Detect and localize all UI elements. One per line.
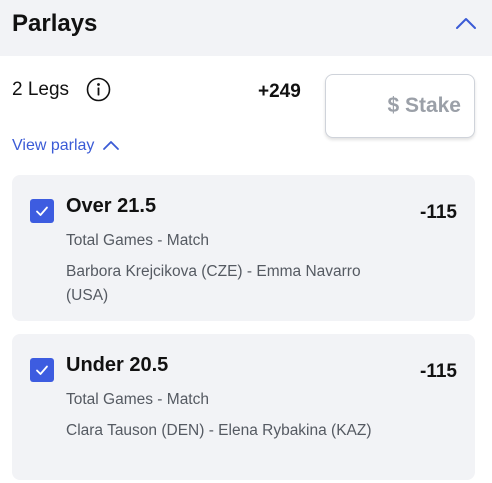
check-icon	[36, 206, 48, 216]
leg-market: Total Games - Match	[66, 391, 209, 408]
stake-field[interactable]	[325, 74, 475, 138]
parlay-total-odds: +249	[258, 81, 301, 102]
leg-odds: -115	[420, 202, 457, 223]
info-button[interactable]	[86, 77, 111, 102]
chevron-up-icon	[103, 141, 120, 150]
leg-selection: Over 21.5	[66, 195, 157, 217]
collapse-button[interactable]	[452, 10, 480, 38]
leg-checkbox[interactable]	[30, 199, 54, 223]
leg-market: Total Games - Match	[66, 232, 209, 249]
check-icon	[36, 365, 48, 375]
stake-input[interactable]	[341, 94, 461, 118]
chevron-up-icon	[456, 18, 476, 29]
view-parlay-toggle[interactable]: View parlay	[12, 137, 120, 155]
parlay-leg-card: Under 20.5 -115 Total Games - Match Clar…	[12, 334, 475, 480]
parlays-header: Parlays	[0, 0, 492, 56]
leg-selection: Under 20.5	[66, 354, 169, 376]
leg-checkbox[interactable]	[30, 358, 54, 382]
view-parlay-label: View parlay	[12, 137, 95, 154]
leg-match: Clara Tauson (DEN) - Elena Rybakina (KAZ…	[66, 422, 372, 439]
info-icon	[86, 77, 111, 102]
leg-match: Barbora Krejcikova (CZE) - Emma Navarro …	[66, 263, 361, 304]
page-title: Parlays	[12, 10, 98, 37]
legs-count-label: 2 Legs	[12, 79, 70, 100]
leg-odds: -115	[420, 361, 457, 382]
parlay-leg-card: Over 21.5 -115 Total Games - Match Barbo…	[12, 175, 475, 321]
